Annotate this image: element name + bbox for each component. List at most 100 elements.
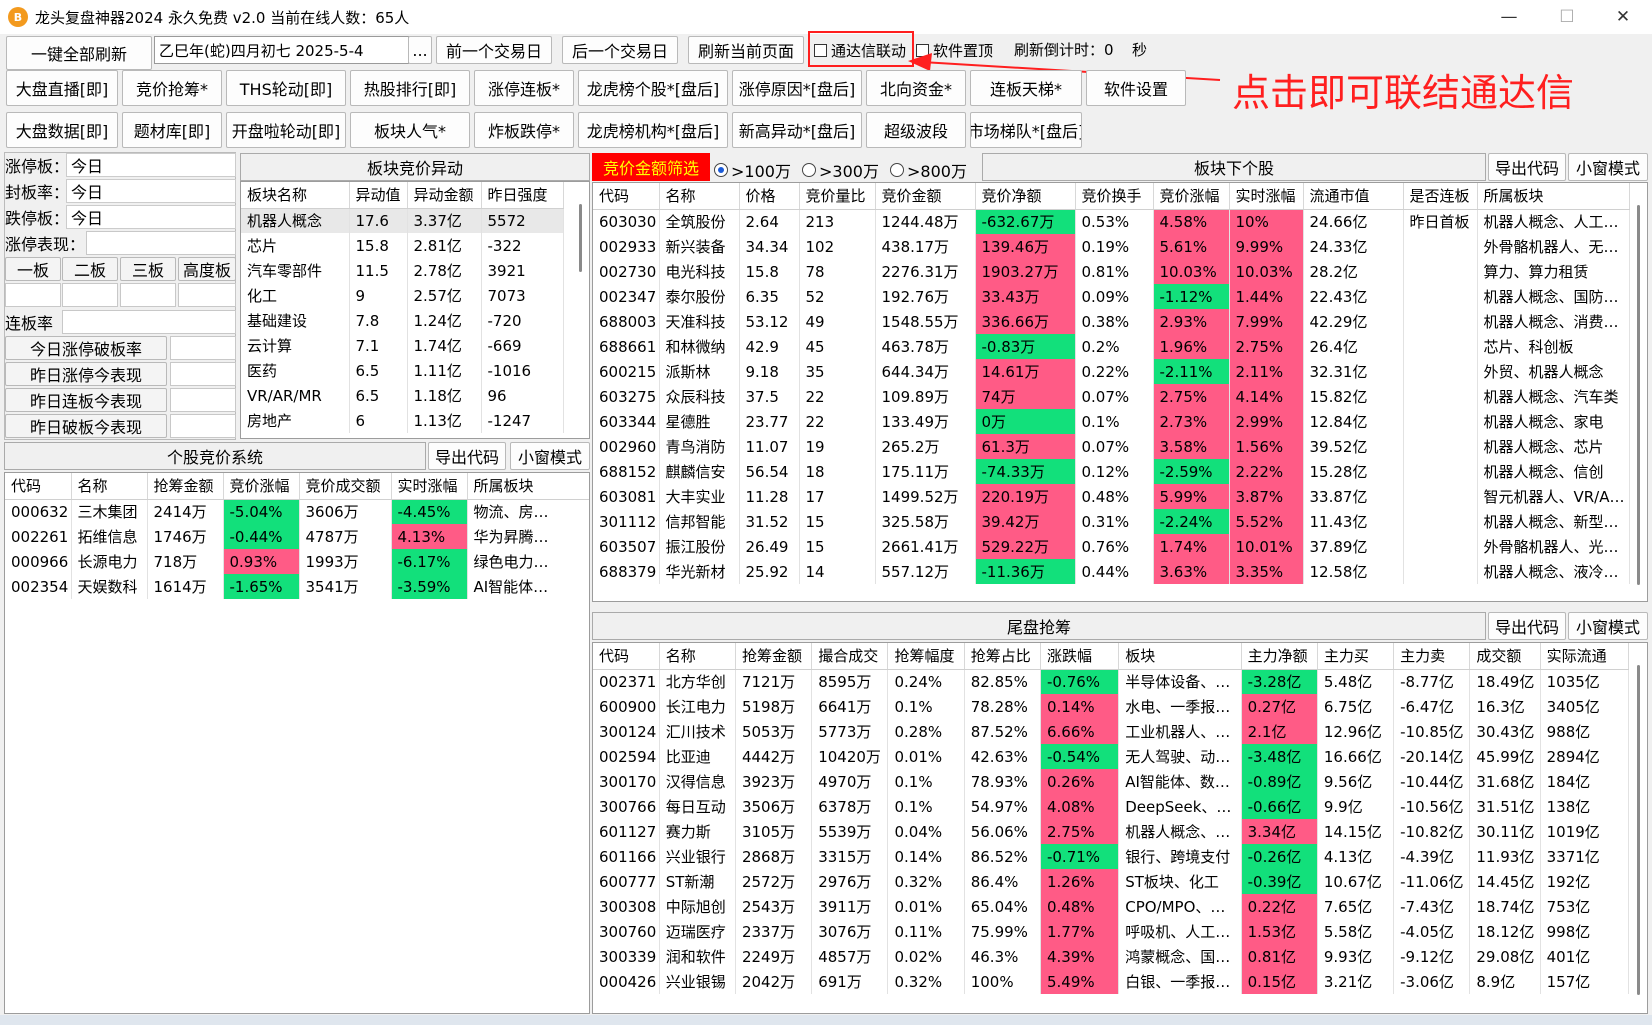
scroll-thumb[interactable] [579,204,582,272]
nav-button-r1-0[interactable]: 大盘直播[即] [6,70,118,106]
table-row[interactable]: 芯片 15.8 2.81亿 -322 [241,233,564,258]
nav-button-r2-5[interactable]: 龙虎榜机构*[盘后] [578,112,728,148]
mini-mode-button[interactable]: 小窗模式 [1568,153,1648,181]
nav-button-r1-5[interactable]: 龙虎榜个股*[盘后] [578,70,728,106]
column-header[interactable]: 竞价净额 [975,183,1076,210]
table-row[interactable]: 600777 ST新潮 2572万 2976万 0.32% 86.4% 1.26% ST板块、… [593,869,1630,894]
perf-button-3[interactable]: 昨日破板今表现 [5,414,167,438]
board-tab-0[interactable]: 一板 [5,257,61,281]
table-row[interactable]: 300170 汉得信息 3923万 4970万 0.1% 78.93% 0.26% AI智能体… [593,769,1630,794]
board-tab-2[interactable]: 三板 [120,257,176,281]
table-row[interactable]: 002371 北方华创 7121万 8595万 0.24% 82.85% -0.76% 半导体… [593,669,1630,694]
table-row[interactable]: 000426 兴业银锡 2042万 691万 0.32% 100% 5.49% 白银、一季报…… [593,969,1630,994]
table-row[interactable]: 688379 华光新材 25.92 14 557.12万 -11.36万 0.44% 3.63… [593,559,1630,584]
table-row[interactable]: 化工 9 2.57亿 7073 [241,283,564,308]
nav-button-r2-6[interactable]: 新高异动*[盘后] [732,112,862,148]
nav-button-r2-4[interactable]: 炸板跌停* [474,112,574,148]
filter-option-0[interactable]: >100万 [714,158,791,182]
column-header[interactable]: 主力卖 [1393,643,1471,670]
filter-option-1[interactable]: >300万 [802,158,879,182]
scroll-thumb[interactable] [1637,205,1640,585]
table-row[interactable]: 医药 6.5 1.11亿 -1016 [241,358,564,383]
board-tab-3[interactable]: 高度板 [178,257,236,281]
close-button[interactable]: ✕ [1594,0,1652,34]
table-row[interactable]: 688152 麒麟信安 56.54 18 175.11万 -74.33万 0.12% -2.5… [593,459,1630,484]
nav-button-r1-2[interactable]: THS轮动[即] [226,70,346,106]
column-header[interactable]: 涨跌幅 [1040,643,1120,670]
column-header[interactable]: 实时涨幅 [1229,183,1304,210]
scrollbar[interactable] [1635,183,1643,601]
nav-button-r2-7[interactable]: 超级波段 [866,112,966,148]
export-code-button[interactable]: 导出代码 [1488,612,1566,640]
next-trading-day-button[interactable]: 后一个交易日 [562,36,678,64]
table-row[interactable]: 688003 天准科技 53.12 49 1548.55万 336.66万 0.38% 2.9… [593,309,1630,334]
table-row[interactable]: 000632 三木集团 2414万 -5.04% 3606万 -4.45% 物流、房… [5,499,589,524]
column-header[interactable]: 异动值 [349,182,408,209]
table-row[interactable]: 601166 兴业银行 2868万 3315万 0.14% 86.52% -0.71% 银行、… [593,844,1630,869]
nav-button-r2-8[interactable]: 市场梯队*[盘后] [970,112,1082,148]
table-row[interactable]: 002933 新兴装备 34.34 102 438.17万 139.46万 0.19% 5.6… [593,234,1630,259]
column-header[interactable]: 抢筹金额 [735,643,813,670]
minimize-button[interactable]: — [1480,0,1538,34]
table-row[interactable]: 300339 润和软件 2249万 4857万 0.02% 46.3% 4.39% 鸿蒙概念、… [593,944,1630,969]
date-field[interactable]: 乙巳年(蛇)四月初七 2025-5-4 [154,36,409,64]
perf-button-1[interactable]: 昨日涨停今表现 [5,362,167,386]
export-code-button[interactable]: 导出代码 [428,442,506,470]
table-row[interactable]: 云计算 7.1 1.74亿 -669 [241,333,564,358]
column-header[interactable]: 是否连板 [1403,183,1478,210]
scrollbar[interactable] [577,182,585,438]
column-header[interactable]: 价格 [739,183,800,210]
table-row[interactable]: 002960 青鸟消防 11.07 19 265.2万 61.3万 0.07% 3.58% 1.… [593,434,1630,459]
table-row[interactable]: 603030 全筑股份 2.64 213 1244.48万 -632.67万 0.53% 4.… [593,209,1630,234]
scroll-thumb[interactable] [1637,665,1640,995]
table-row[interactable]: 000966 长源电力 718万 0.93% 1993万 -6.17% 绿色电力… [5,549,589,574]
column-header[interactable]: 抢筹金额 [147,473,224,500]
table-row[interactable]: 603507 振江股份 26.49 15 2661.41万 529.22万 0.76% 1.7… [593,534,1630,559]
table-row[interactable]: 300760 迈瑞医疗 2337万 3076万 0.11% 75.99% 1.77% 呼吸机、… [593,919,1630,944]
table-row[interactable]: 汽车零部件 11.5 2.78亿 3921 [241,258,564,283]
nav-button-r2-0[interactable]: 大盘数据[即] [6,112,118,148]
board-tab-1[interactable]: 二板 [62,257,118,281]
table-row[interactable]: 002347 泰尔股份 6.35 52 192.76万 33.43万 0.09% -1.12%… [593,284,1630,309]
nav-button-r2-3[interactable]: 板块人气* [350,112,470,148]
column-header[interactable]: 流通市值 [1303,183,1404,210]
date-picker-button[interactable]: ... [408,36,432,64]
column-header[interactable]: 代码 [593,183,660,210]
nav-button-r2-1[interactable]: 题材库[即] [122,112,222,148]
column-header[interactable]: 竞价成交额 [299,473,392,500]
column-header[interactable]: 名称 [659,643,736,670]
nav-button-r1-1[interactable]: 竞价抢筹* [122,70,222,106]
table-row[interactable]: 002261 拓维信息 1746万 -0.44% 4787万 4.13% 华为昇腾… [5,524,589,549]
column-header[interactable]: 板块 [1118,643,1242,670]
table-row[interactable]: 603275 众辰科技 37.5 22 109.89万 74万 0.07% 2.75% 4.14… [593,384,1630,409]
column-header[interactable]: 竞价金额 [875,183,976,210]
column-header[interactable]: 代码 [593,643,660,670]
column-header[interactable]: 撮合成交 [811,643,889,670]
column-header[interactable]: 竞价涨幅 [1153,183,1230,210]
column-header[interactable]: 所属板块 [1477,183,1630,210]
table-row[interactable]: 300124 汇川技术 5053万 5773万 0.28% 87.52% 6.66% 工业机器… [593,719,1630,744]
mini-mode-button[interactable]: 小窗模式 [510,442,590,470]
perf-button-2[interactable]: 昨日连板今表现 [5,388,167,412]
column-header[interactable]: 昨日强度 [481,182,564,209]
column-header[interactable]: 名称 [71,473,148,500]
table-row[interactable]: 300308 中际旭创 2543万 3911万 0.01% 65.04% 0.48% CPO/… [593,894,1630,919]
table-row[interactable]: 600215 派斯林 9.18 35 644.34万 14.61万 0.22% -2.11% 2… [593,359,1630,384]
maximize-button[interactable]: ☐ [1538,0,1596,34]
nav-button-r1-9[interactable]: 软件设置 [1086,70,1186,106]
filter-option-2[interactable]: >800万 [890,158,967,182]
prev-trading-day-button[interactable]: 前一个交易日 [436,36,552,64]
table-row[interactable]: 002354 天娱数科 1614万 -1.65% 3541万 -3.59% AI智能体… [5,574,589,599]
column-header[interactable]: 名称 [659,183,740,210]
column-header[interactable]: 竞价涨幅 [223,473,300,500]
table-row[interactable]: 601127 赛力斯 3105万 5539万 0.04% 56.06% 2.75% 机器人概念… [593,819,1630,844]
column-header[interactable]: 实际流通 [1540,643,1630,670]
table-row[interactable]: 基础建设 7.8 1.24亿 -720 [241,308,564,333]
nav-button-r1-3[interactable]: 热股排行[即] [350,70,470,106]
nav-button-r1-6[interactable]: 涨停原因*[盘后] [732,70,862,106]
table-row[interactable]: 688661 和林微纳 42.9 45 463.78万 -0.83万 0.2% 1.96% 2.… [593,334,1630,359]
column-header[interactable]: 主力买 [1317,643,1395,670]
table-row[interactable]: 002594 比亚迪 4442万 10420万 0.01% 42.63% -0.54% 无人驾… [593,744,1630,769]
table-row[interactable]: 603344 星德胜 23.77 22 133.49万 0万 0.1% 2.73% 2.99% 1… [593,409,1630,434]
column-header[interactable]: 异动金额 [407,182,482,209]
